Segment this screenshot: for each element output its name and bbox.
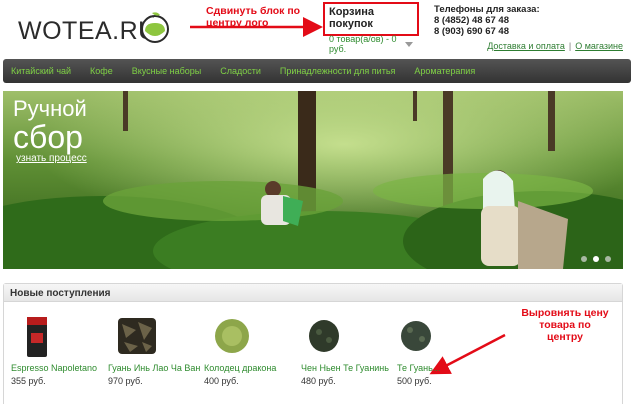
tea-leaves-image[interactable] bbox=[212, 316, 252, 356]
banner-pagination bbox=[581, 256, 611, 262]
link-delivery[interactable]: Доставка и оплата bbox=[487, 41, 565, 51]
tea-leaves-image[interactable] bbox=[307, 318, 341, 354]
main-nav: Китайский чай Кофе Вкусные наборы Сладос… bbox=[3, 59, 631, 83]
phones-title: Телефоны для заказа: bbox=[434, 4, 540, 15]
banner-dot-2[interactable] bbox=[593, 256, 599, 262]
product-price: 355 руб. bbox=[11, 376, 46, 386]
annotation-align-price: Выровнять цену товара по центру bbox=[521, 307, 609, 343]
product-price: 400 руб. bbox=[204, 376, 239, 386]
tea-leaves-image[interactable] bbox=[399, 318, 433, 354]
chevron-down-icon[interactable] bbox=[405, 41, 413, 47]
new-arrivals: Новые поступления Espresso Napoletano 35… bbox=[3, 283, 623, 404]
tea-leaves-image[interactable] bbox=[116, 316, 158, 356]
top-links: Доставка и оплата | О магазине bbox=[487, 41, 623, 51]
banner-title-line2: сбор bbox=[13, 119, 83, 155]
cart-summary-text: 0 товар(а/ов) - 0 руб. bbox=[329, 34, 397, 54]
banner-dot-3[interactable] bbox=[605, 256, 611, 262]
cart-title: Корзина покупок bbox=[329, 6, 374, 30]
link-about[interactable]: О магазине bbox=[575, 41, 623, 51]
banner-dot-1[interactable] bbox=[581, 256, 587, 262]
hero-banner[interactable]: Ручной сбор узнать процесс bbox=[3, 91, 623, 269]
nav-item-sets[interactable]: Вкусные наборы bbox=[132, 66, 202, 76]
product-name[interactable]: Колодец дракона bbox=[204, 363, 276, 373]
link-separator: | bbox=[568, 41, 572, 51]
tea-plantation-image bbox=[3, 91, 623, 269]
site-logo[interactable]: WOTEA.RU bbox=[18, 12, 169, 48]
phones-block: Телефоны для заказа: 8 (4852) 48 67 48 8… bbox=[434, 4, 540, 37]
annotation-center-block: Сдвинуть блок по центру лого bbox=[206, 5, 301, 29]
product-name[interactable]: Те Гуань... bbox=[397, 363, 440, 373]
new-arrivals-heading: Новые поступления bbox=[4, 284, 622, 302]
banner-learn-link[interactable]: узнать процесс bbox=[16, 153, 87, 164]
nav-item-accessories[interactable]: Принадлежности для питья bbox=[280, 66, 396, 76]
nav-item-aromatherapy[interactable]: Ароматерапия bbox=[414, 66, 475, 76]
phone-number-1: 8 (4852) 48 67 48 bbox=[434, 15, 510, 26]
cart-summary[interactable]: 0 товар(а/ов) - 0 руб. bbox=[329, 34, 413, 54]
teacup-icon bbox=[141, 12, 169, 43]
product-name[interactable]: Espresso Napoletano bbox=[11, 363, 97, 373]
phone-number-2: 8 (903) 690 67 48 bbox=[434, 26, 510, 37]
product-price: 480 руб. bbox=[301, 376, 336, 386]
coffee-bag-image[interactable] bbox=[25, 315, 49, 359]
product-name[interactable]: Гуань Инь Лао Ча Ван bbox=[108, 363, 200, 373]
nav-item-sweets[interactable]: Сладости bbox=[220, 66, 261, 76]
product-price: 500 руб. bbox=[397, 376, 432, 386]
cart-block[interactable]: Корзина покупок 0 товар(а/ов) - 0 руб. bbox=[323, 2, 419, 54]
nav-item-chinese-tea[interactable]: Китайский чай bbox=[11, 66, 71, 76]
product-price: 970 руб. bbox=[108, 376, 143, 386]
logo-text: WOTEA.RU bbox=[18, 16, 157, 45]
nav-item-coffee[interactable]: Кофе bbox=[90, 66, 113, 76]
product-name[interactable]: Чен Ньен Те Гуанинь bbox=[301, 363, 389, 373]
